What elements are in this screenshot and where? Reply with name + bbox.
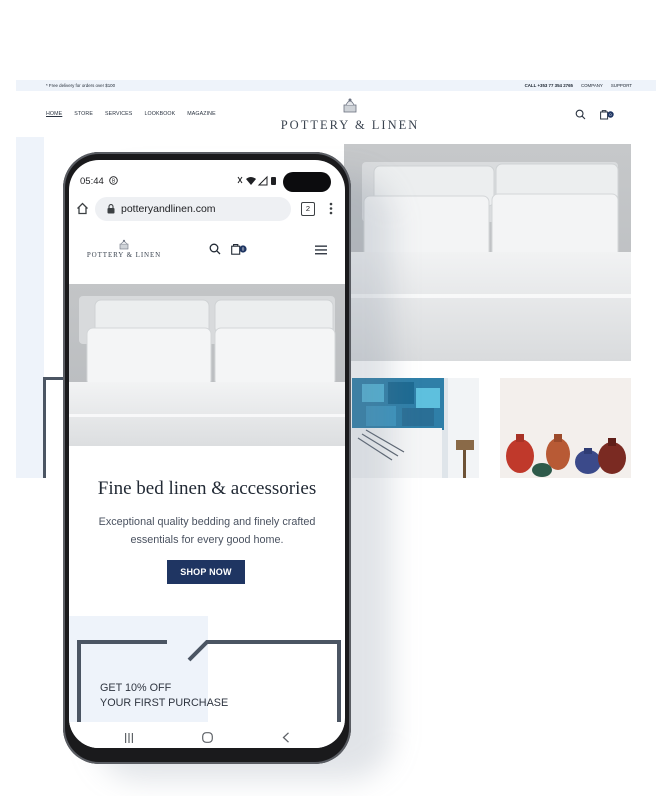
more-options-icon[interactable]: [329, 202, 333, 215]
status-icons-wifi-signal-battery: [237, 175, 276, 186]
desktop-brand-logo[interactable]: POTTERY & LINEN: [250, 118, 450, 133]
mobile-brand-logo[interactable]: POTTERY & LINEN: [69, 251, 179, 259]
nav-home[interactable]: HOME: [46, 111, 62, 117]
status-time: 05:44: [80, 176, 104, 187]
cart-icon[interactable]: 0: [600, 109, 614, 120]
shop-now-button[interactable]: SHOP NOW: [167, 560, 245, 584]
company-link[interactable]: COMPANY: [581, 83, 603, 88]
desktop-side-panel: [16, 137, 44, 478]
call-link[interactable]: CALL +353 77 354 2765: [525, 83, 573, 88]
front-camera-cutout: [283, 172, 331, 192]
lock-icon: [107, 204, 115, 214]
nav-magazine[interactable]: MAGAZINE: [187, 111, 215, 117]
desktop-vases-image: [500, 378, 631, 478]
mobile-hero-bed-image: [69, 284, 345, 446]
hero-subtext-line2: essentials for every good home.: [130, 534, 284, 546]
mobile-cart-count: 0: [242, 247, 245, 252]
search-icon[interactable]: [575, 109, 586, 120]
address-bar[interactable]: potteryandlinen.com: [95, 197, 291, 221]
android-home-icon[interactable]: [202, 732, 213, 743]
recents-icon[interactable]: [124, 733, 134, 743]
notification-b-icon: B: [109, 176, 118, 185]
pottery-logo-icon: [119, 239, 129, 250]
phone-frame: 05:44 B potteryandlinen.com 2 POTTERY & …: [63, 152, 351, 764]
desktop-main-nav: HOME STORE SERVICES LOOKBOOK MAGAZINE: [46, 111, 216, 117]
announcement-bar: * Free delivery for orders over $100 CAL…: [16, 80, 656, 91]
url-text: potteryandlinen.com: [121, 203, 216, 215]
cart-icon[interactable]: 0: [231, 243, 247, 255]
hamburger-menu-icon[interactable]: [315, 245, 327, 255]
promo-first-purchase-text: YOUR FIRST PURCHASE: [100, 697, 229, 709]
hero-subtext-line1: Exceptional quality bedding and finely c…: [98, 516, 316, 528]
support-link[interactable]: SUPPORT: [611, 83, 632, 88]
home-icon[interactable]: [76, 202, 89, 215]
nav-store[interactable]: STORE: [74, 111, 93, 117]
back-icon[interactable]: [282, 732, 290, 743]
nav-lookbook[interactable]: LOOKBOOK: [144, 111, 175, 117]
phone-screen: 05:44 B potteryandlinen.com 2 POTTERY & …: [69, 160, 345, 748]
nav-services[interactable]: SERVICES: [105, 111, 133, 117]
promo-discount-text: GET 10% OFF: [100, 682, 172, 694]
android-nav-bar: [69, 722, 345, 748]
hero-heading: Fine bed linen & accessories: [97, 478, 317, 499]
free-delivery-text: * Free delivery for orders over $100: [46, 83, 116, 88]
tab-switcher-button[interactable]: 2: [301, 202, 315, 216]
search-icon[interactable]: [209, 243, 221, 255]
pottery-logo-icon: [343, 98, 357, 113]
